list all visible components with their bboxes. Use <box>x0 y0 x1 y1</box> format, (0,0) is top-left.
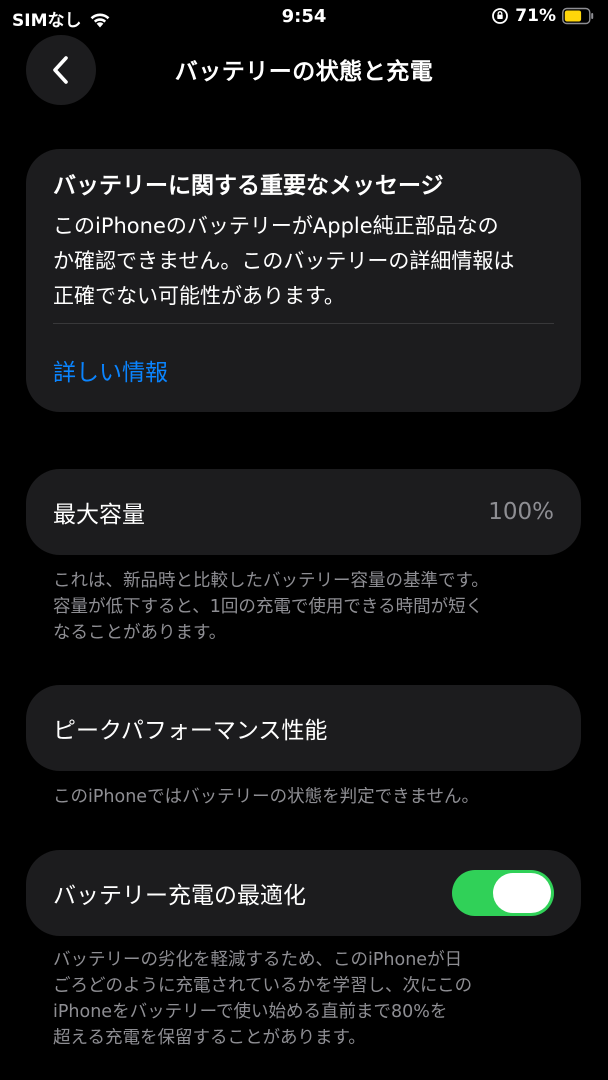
battery-health-screen: SIMなし 9:54 71% バッテリーの状態と充電 バッテリーに関する重要なメ… <box>0 0 608 1080</box>
learn-more-link[interactable]: 詳しい情報 <box>53 353 168 387</box>
footnote-line: ごろどのように充電されているかを学習し、次にこの <box>53 976 473 996</box>
footnote-line: このiPhoneではバッテリーの状態を判定できません。 <box>53 787 480 807</box>
message-body-line: か確認できません。このバッテリーの詳細情報は <box>53 249 515 273</box>
footnote-line: iPhoneをバッテリーで使い始める直前まで80%を <box>53 1002 448 1022</box>
important-message-card: バッテリーに関する重要なメッセージ このiPhoneのバッテリーがApple純正… <box>26 149 581 412</box>
message-title: バッテリーに関する重要なメッセージ <box>53 173 444 199</box>
footnote-line: 容量が低下すると、1回の充電で使用できる時間が短く <box>53 597 484 617</box>
footnote-line: 超える充電を保留することがあります。 <box>53 1028 366 1048</box>
footnote-line: これは、新品時と比較したバッテリー容量の基準です。 <box>53 571 489 591</box>
battery-icon <box>562 7 594 25</box>
peak-performance-row: ピークパフォーマンス性能 <box>26 685 581 771</box>
footnote-line: バッテリーの劣化を軽減するため、このiPhoneが日 <box>53 950 463 970</box>
peak-performance-label: ピークパフォーマンス性能 <box>53 718 328 744</box>
status-indicators: 71% <box>491 6 594 26</box>
max-capacity-row: 最大容量 100% <box>26 469 581 555</box>
orientation-lock-icon <box>491 7 509 25</box>
status-bar: SIMなし 9:54 71% <box>0 0 608 34</box>
chevron-left-icon <box>53 56 68 84</box>
optimized-charging-row: バッテリー充電の最適化 <box>26 850 581 936</box>
page-title: バッテリーの状態と充電 <box>174 59 434 85</box>
max-capacity-value: 100% <box>488 499 554 525</box>
optimized-charging-label: バッテリー充電の最適化 <box>53 883 306 909</box>
divider <box>53 323 554 324</box>
message-body-line: このiPhoneのバッテリーがApple純正部品なの <box>53 214 499 238</box>
battery-percent: 71% <box>515 6 556 26</box>
message-body-line: 正確でない可能性があります。 <box>53 284 345 308</box>
message-body: このiPhoneのバッテリーがApple純正部品なの か確認できません。このバッ… <box>53 209 558 314</box>
max-capacity-label: 最大容量 <box>53 502 145 528</box>
footnote-line: なることがあります。 <box>53 623 227 643</box>
toggle-knob <box>493 873 551 913</box>
max-capacity-footnote: これは、新品時と比較したバッテリー容量の基準です。 容量が低下すると、1回の充電… <box>53 568 553 646</box>
peak-performance-footnote: このiPhoneではバッテリーの状態を判定できません。 <box>53 784 553 810</box>
optimized-charging-footnote: バッテリーの劣化を軽減するため、このiPhoneが日 ごろどのように充電されてい… <box>53 947 553 1051</box>
optimized-charging-toggle[interactable] <box>452 870 554 916</box>
back-button[interactable] <box>26 35 96 105</box>
